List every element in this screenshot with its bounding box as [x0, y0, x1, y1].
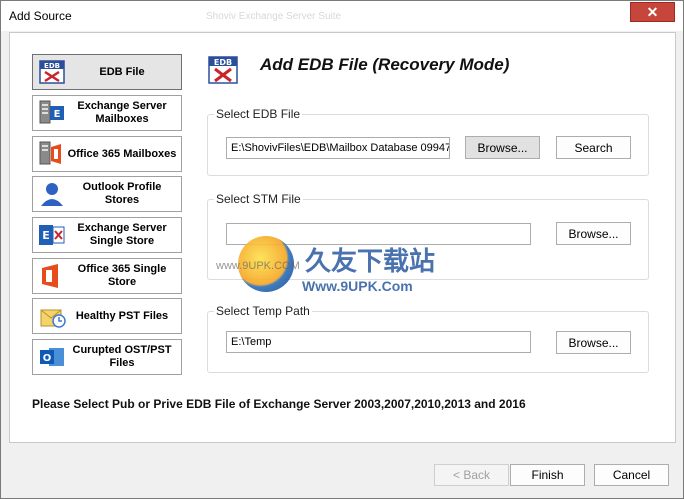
- sidebar-item-label: Outlook Profile Stores: [82, 181, 162, 206]
- outlook-profile-icon: [37, 180, 67, 208]
- back-button[interactable]: < Back: [434, 464, 509, 486]
- info-message: Please Select Pub or Prive EDB File of E…: [32, 397, 526, 411]
- watermark-url: Www.9UPK.Com: [302, 278, 413, 294]
- svg-text:E: E: [42, 229, 50, 242]
- finish-button[interactable]: Finish: [510, 464, 585, 486]
- office365-mailbox-icon: [37, 140, 67, 168]
- sidebar-item-office365-mailboxes[interactable]: Office 365 Mailboxes: [32, 136, 182, 172]
- temp-path-field[interactable]: [226, 331, 531, 353]
- sidebar-item-label: Healthy PST Files: [75, 309, 169, 322]
- exchange-single-store-icon: E: [37, 221, 67, 249]
- exchange-mailbox-icon: E: [37, 99, 67, 127]
- edb-path-field[interactable]: [226, 137, 450, 159]
- sidebar-item-label: Office 365 Single Store: [77, 263, 167, 288]
- stm-path-field[interactable]: [226, 223, 531, 245]
- sidebar-item-label: Exchange Server Single Store: [77, 222, 167, 247]
- outlook-ost-icon: O: [37, 343, 67, 371]
- cancel-button[interactable]: Cancel: [594, 464, 669, 486]
- edb-search-button[interactable]: Search: [556, 136, 631, 159]
- edb-file-icon: EDB: [37, 58, 67, 86]
- select-temp-path-group: Select Temp Path Browse...: [207, 304, 649, 373]
- add-source-dialog: Add Source Shoviv Exchange Server Suite …: [0, 0, 684, 499]
- svg-text:O: O: [43, 353, 52, 364]
- stm-browse-button[interactable]: Browse...: [556, 222, 631, 245]
- title-bar: Add Source Shoviv Exchange Server Suite …: [1, 1, 683, 31]
- sidebar-item-label: Office 365 Mailboxes: [67, 147, 177, 160]
- page-title: Add EDB File (Recovery Mode): [260, 55, 510, 74]
- select-stm-file-group: Select STM File Browse...: [207, 192, 649, 280]
- svg-text:EDB: EDB: [44, 62, 60, 70]
- group-label: Select EDB File: [214, 107, 303, 121]
- svg-text:E: E: [54, 109, 61, 120]
- sidebar-item-office365-single-store[interactable]: Office 365 Single Store: [32, 258, 182, 294]
- sidebar-item-outlook-profile-stores[interactable]: Outlook Profile Stores: [32, 176, 182, 212]
- group-label: Select Temp Path: [214, 304, 312, 318]
- sidebar-item-label: Curupted OST/PST Files: [72, 344, 172, 369]
- temp-browse-button[interactable]: Browse...: [556, 331, 631, 354]
- content-panel: EDB EDB File E Exchange Server Mailboxes: [9, 32, 676, 443]
- sidebar-item-exchange-single-store[interactable]: E Exchange Server Single Store: [32, 217, 182, 253]
- edb-browse-button[interactable]: Browse...: [465, 136, 540, 159]
- sidebar-item-edb-file[interactable]: EDB EDB File: [32, 54, 182, 90]
- sidebar-item-label: Exchange Server Mailboxes: [77, 100, 167, 125]
- pst-file-icon: [37, 302, 67, 330]
- select-edb-file-group: Select EDB File Browse... Search: [207, 107, 649, 176]
- sidebar-item-corrupted-ost-pst-files[interactable]: O Curupted OST/PST Files: [32, 339, 182, 375]
- close-icon: ✕: [646, 3, 659, 20]
- sidebar-item-label: EDB File: [99, 65, 145, 78]
- sidebar-item-exchange-mailboxes[interactable]: E Exchange Server Mailboxes: [32, 95, 182, 131]
- sidebar-item-healthy-pst-files[interactable]: Healthy PST Files: [32, 298, 182, 334]
- svg-text:EDB: EDB: [214, 58, 232, 67]
- office365-single-store-icon: [37, 262, 67, 290]
- group-label: Select STM File: [214, 192, 303, 206]
- window-title: Add Source: [9, 9, 72, 23]
- background-window-title: Shoviv Exchange Server Suite: [206, 11, 342, 22]
- close-button[interactable]: ✕: [630, 2, 675, 22]
- edb-header-icon: EDB: [207, 55, 239, 85]
